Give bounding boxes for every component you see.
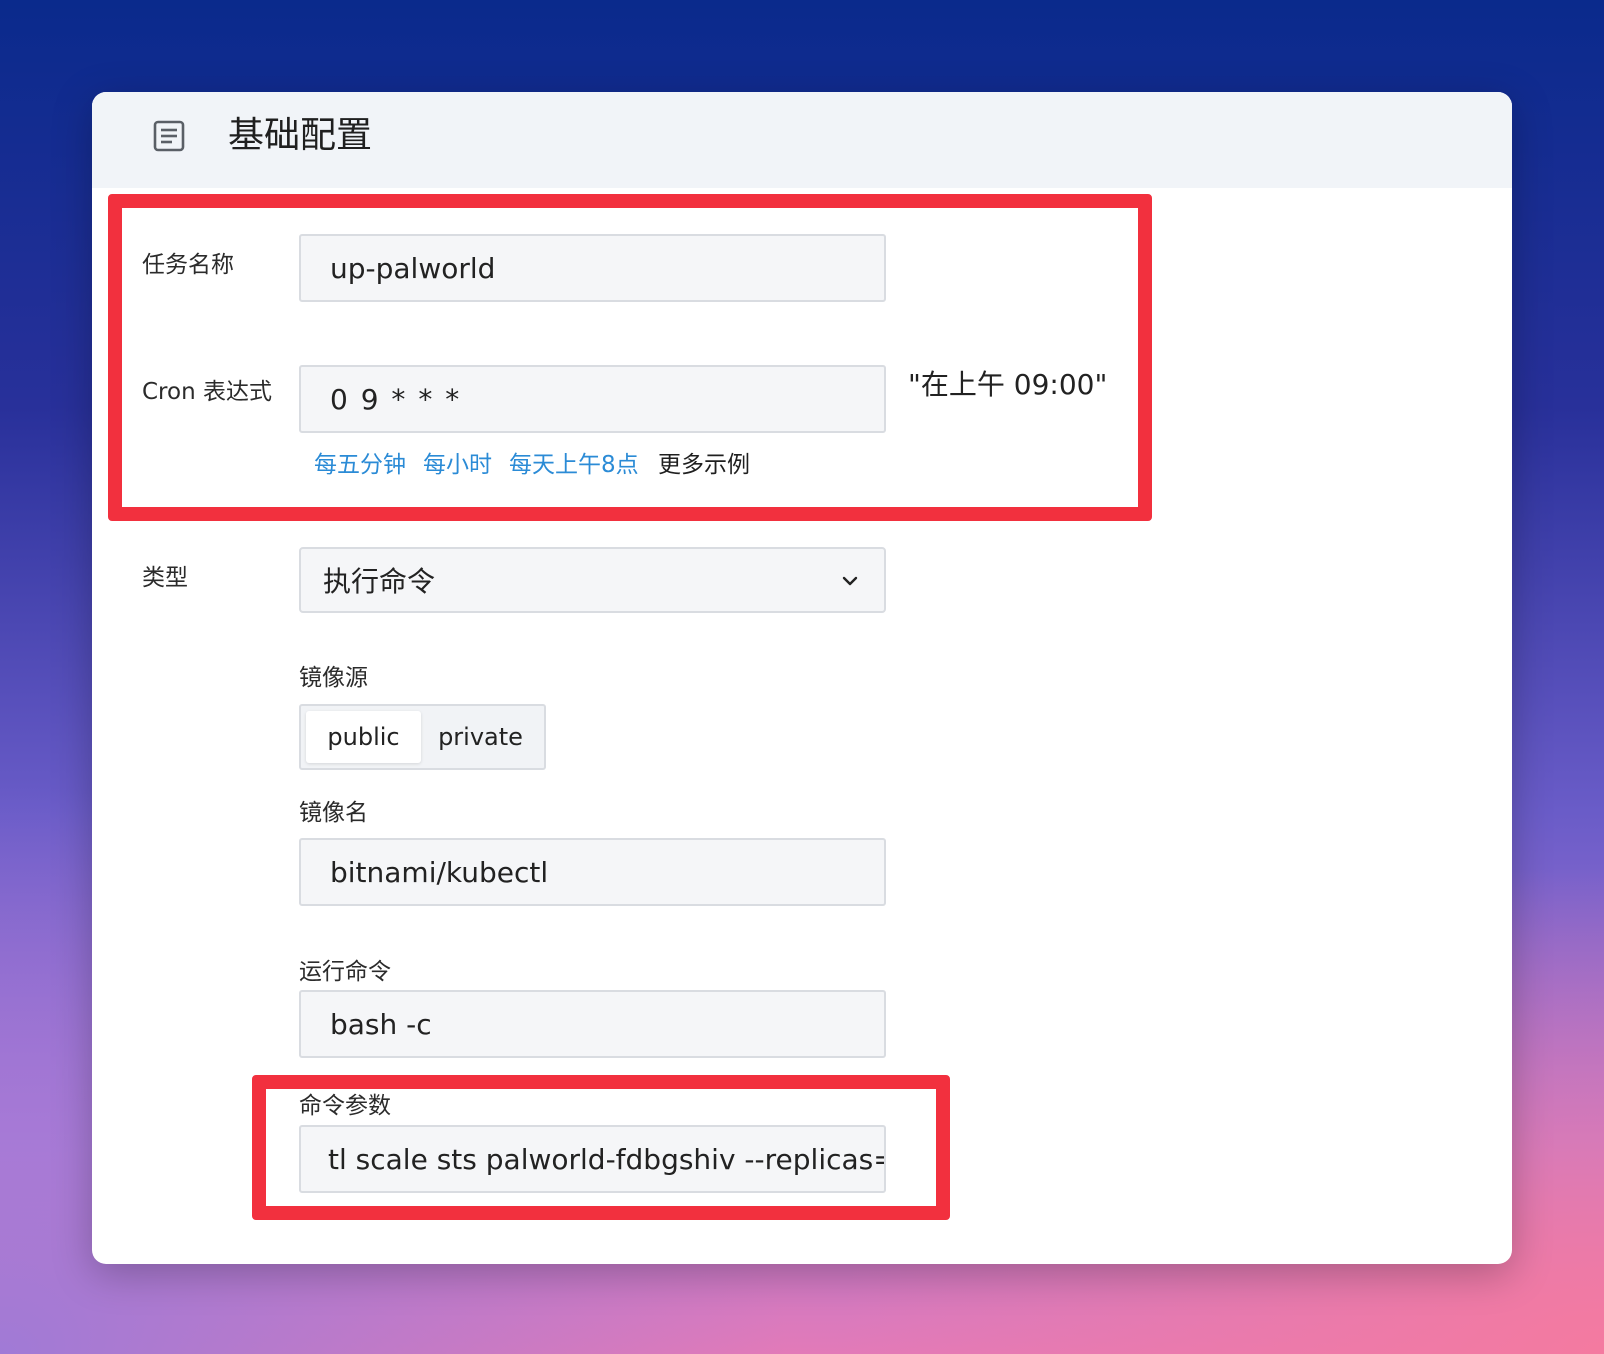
type-label: 类型: [142, 565, 188, 591]
chevron-down-icon: [842, 576, 858, 586]
type-selected-value: 执行命令: [323, 565, 436, 598]
type-select[interactable]: 执行命令: [299, 547, 886, 613]
image-name-value: bitnami/kubectl: [330, 855, 549, 889]
run-command-value: bash -c: [330, 1007, 432, 1041]
highlight-box-command-args: [252, 1075, 950, 1220]
document-list-icon: [153, 120, 185, 152]
page-title: 基础配置: [228, 115, 373, 156]
run-command-input[interactable]: bash -c: [299, 990, 886, 1058]
image-source-public-option[interactable]: public: [306, 711, 421, 763]
image-source-label: 镜像源: [299, 665, 368, 691]
run-command-label: 运行命令: [299, 959, 391, 985]
image-name-input[interactable]: bitnami/kubectl: [299, 838, 886, 906]
image-source-private-option[interactable]: private: [423, 711, 538, 763]
highlight-box-schedule: [108, 194, 1152, 521]
image-source-toggle: public private: [299, 704, 546, 770]
card-header: 基础配置: [92, 92, 1512, 188]
image-name-label: 镜像名: [299, 800, 368, 826]
config-card: 基础配置 任务名称 up-palworld Cron 表达式 0 9 * * *…: [92, 92, 1512, 1264]
